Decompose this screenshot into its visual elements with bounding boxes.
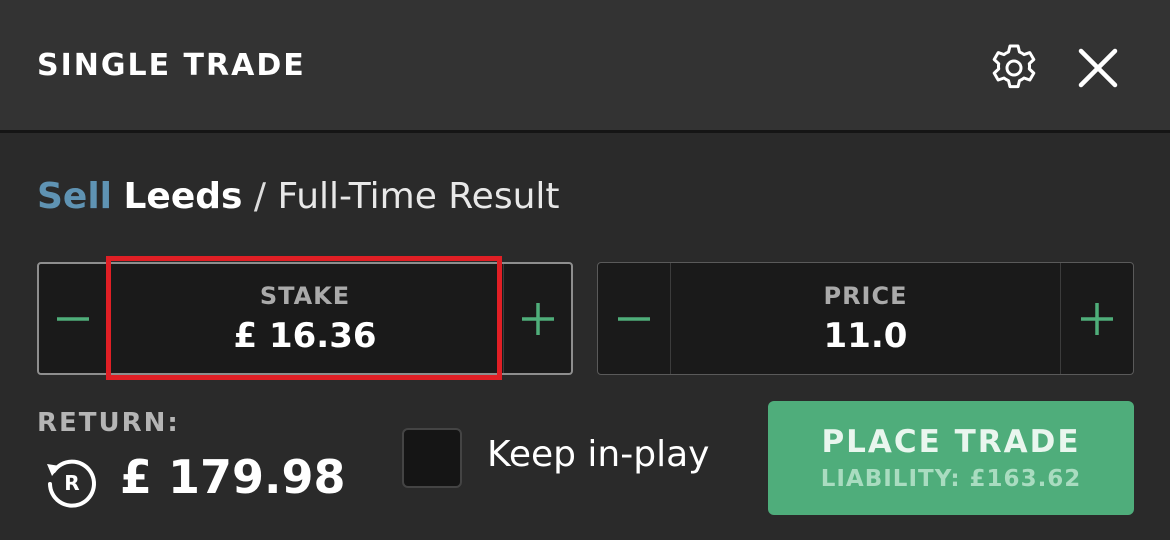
stake-stepper: STAKE £ 16.36: [37, 262, 573, 375]
svg-text:R: R: [64, 471, 79, 495]
trade-side: Sell: [37, 176, 113, 217]
price-input[interactable]: PRICE 11.0: [671, 263, 1060, 374]
stake-label: STAKE: [259, 281, 351, 310]
trade-header: SINGLE TRADE: [0, 0, 1170, 133]
stake-value: £ 16.36: [233, 315, 377, 356]
keep-in-play-checkbox[interactable]: [402, 428, 462, 488]
stake-input[interactable]: STAKE £ 16.36: [107, 264, 503, 373]
gear-icon[interactable]: [988, 42, 1040, 94]
return-value: £ 179.98: [120, 450, 346, 504]
place-trade-label: PLACE TRADE: [821, 424, 1081, 460]
close-icon[interactable]: [1076, 46, 1120, 90]
stake-decrease-button[interactable]: [39, 264, 107, 373]
minus-icon: [618, 316, 650, 321]
page-title: SINGLE TRADE: [37, 48, 306, 83]
keep-in-play-label[interactable]: Keep in-play: [487, 434, 709, 475]
price-stepper: PRICE 11.0: [597, 262, 1134, 375]
market-separator: /: [253, 176, 267, 217]
place-trade-button[interactable]: PLACE TRADE LIABILITY: £163.62: [768, 401, 1134, 515]
return-icon: R: [47, 459, 96, 508]
market-description: Sell Leeds / Full-Time Result: [37, 176, 560, 217]
plus-icon: [521, 302, 554, 335]
price-increase-button[interactable]: [1060, 263, 1133, 374]
price-value: 11.0: [823, 315, 908, 356]
price-label: PRICE: [823, 281, 908, 310]
plus-icon: [1081, 302, 1113, 335]
selection-name: Leeds: [123, 176, 243, 217]
stake-increase-button[interactable]: [503, 264, 571, 373]
minus-icon: [56, 316, 89, 321]
price-decrease-button[interactable]: [598, 263, 671, 374]
liability-text: LIABILITY: £163.62: [820, 466, 1082, 492]
market-name: Full-Time Result: [277, 176, 560, 217]
return-label: RETURN:: [37, 408, 180, 438]
